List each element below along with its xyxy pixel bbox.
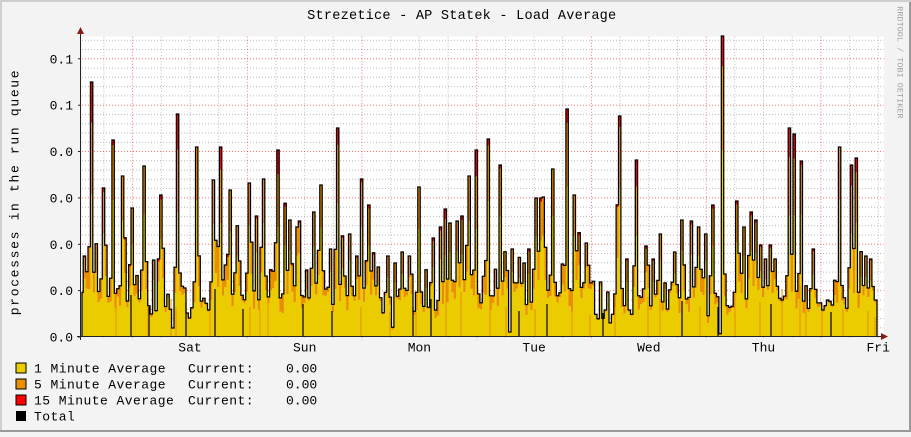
svg-text:0.00: 0.00 xyxy=(286,362,317,377)
svg-text:0.00: 0.00 xyxy=(286,394,317,409)
svg-text:0.00: 0.00 xyxy=(286,378,317,393)
svg-text:Current:: Current: xyxy=(188,394,254,409)
svg-text:0.0: 0.0 xyxy=(50,284,73,299)
svg-text:15 Minute Average: 15 Minute Average xyxy=(34,394,174,409)
svg-text:0.1: 0.1 xyxy=(50,52,74,67)
svg-text:RRDTOOL / TOBI OETIKER: RRDTOOL / TOBI OETIKER xyxy=(895,6,905,118)
svg-text:Wed: Wed xyxy=(637,341,660,356)
svg-text:Thu: Thu xyxy=(752,341,775,356)
svg-text:Sat: Sat xyxy=(178,341,201,356)
svg-text:Fri: Fri xyxy=(866,341,890,356)
svg-text:Sun: Sun xyxy=(293,341,316,356)
svg-text:Mon: Mon xyxy=(408,341,431,356)
svg-text:0.0: 0.0 xyxy=(50,331,73,346)
svg-text:Current:: Current: xyxy=(188,378,254,393)
svg-text:0.0: 0.0 xyxy=(50,238,73,253)
svg-text:0.0: 0.0 xyxy=(50,145,73,160)
svg-text:0.0: 0.0 xyxy=(50,191,73,206)
svg-text:Total: Total xyxy=(34,410,75,425)
svg-text:processes in the run queue: processes in the run queue xyxy=(8,69,23,316)
svg-text:5 Minute Average: 5 Minute Average xyxy=(34,378,166,393)
svg-text:0.1: 0.1 xyxy=(50,99,74,114)
svg-text:1 Minute Average: 1 Minute Average xyxy=(34,362,166,377)
svg-text:Strezetice - AP Statek - Load: Strezetice - AP Statek - Load Average xyxy=(307,9,616,24)
svg-text:Current:: Current: xyxy=(188,362,254,377)
svg-text:Tue: Tue xyxy=(522,341,545,356)
